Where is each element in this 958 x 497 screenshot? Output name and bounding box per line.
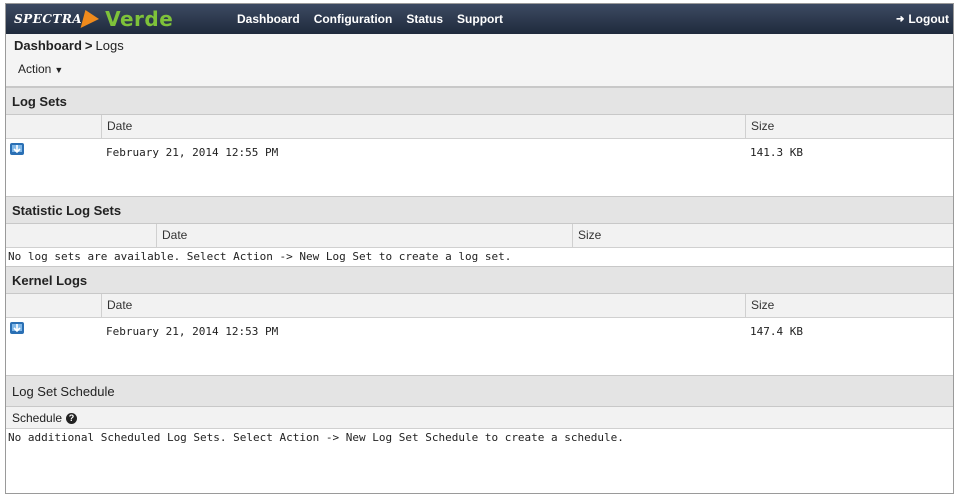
breadcrumb-current: Logs [95,38,124,53]
breadcrumb-bar: Dashboard > Logs Action ▼ [6,34,953,87]
icon-column-header [6,115,101,138]
statistic-log-sets-header: Statistic Log Sets [6,196,953,224]
date-column-header[interactable]: Date [156,224,572,247]
table-row: February 21, 2014 12:55 PM 141.3 KB [6,139,953,196]
download-icon[interactable] [9,321,25,335]
logout-button[interactable]: ➜ Logout [896,4,949,34]
app-window: SPECTRA Verde Dashboard Configuration St… [5,3,954,494]
kernel-logs-header: Kernel Logs [6,266,953,294]
kernel-logs-column-header: Date Size [6,294,953,318]
icon-column-header [6,294,101,317]
nav-configuration[interactable]: Configuration [314,12,393,26]
kernel-log-size: 147.4 KB [750,325,803,338]
chevron-down-icon: ▼ [54,65,64,75]
action-menu-button[interactable]: Action ▼ [18,62,63,76]
log-sets-column-header: Date Size [6,115,953,139]
icon-column-header [6,224,156,247]
statistic-log-sets-empty-message: No log sets are available. Select Action… [8,250,512,263]
logo-verde-text: Verde [105,7,174,31]
size-column-header[interactable]: Size [745,294,953,317]
breadcrumb: Dashboard > Logs [14,38,124,53]
nav-status[interactable]: Status [406,12,443,26]
breadcrumb-separator: > [84,38,93,53]
nav-support[interactable]: Support [457,12,503,26]
log-set-date: February 21, 2014 12:55 PM [106,146,279,159]
logo-arrow-icon [80,10,102,28]
kernel-log-date: February 21, 2014 12:53 PM [106,325,279,338]
help-icon[interactable]: ? [66,413,78,425]
size-column-header[interactable]: Size [745,115,953,138]
log-set-schedule-empty-message: No additional Scheduled Log Sets. Select… [8,431,624,444]
nav-dashboard[interactable]: Dashboard [237,12,300,26]
schedule-label: Schedule [12,411,63,425]
logout-label: Logout [908,12,949,26]
top-navigation-bar: SPECTRA Verde Dashboard Configuration St… [6,4,953,34]
date-column-header[interactable]: Date [101,294,745,317]
logout-icon: ➜ [895,13,905,25]
table-row: February 21, 2014 12:53 PM 147.4 KB [6,318,953,375]
size-column-header[interactable]: Size [572,224,953,247]
action-menu-label: Action [18,62,52,76]
download-icon[interactable] [9,142,25,156]
main-nav: Dashboard Configuration Status Support [237,4,503,34]
spectra-verde-logo: SPECTRA Verde [14,6,173,32]
statistic-log-sets-column-header: Date Size [6,224,953,248]
breadcrumb-dashboard-link[interactable]: Dashboard [14,38,82,53]
log-set-schedule-header: Log Set Schedule [6,375,953,407]
logo-spectra-text: SPECTRA [14,12,83,26]
schedule-column-header: Schedule? [6,407,953,429]
date-column-header[interactable]: Date [101,115,745,138]
log-set-size: 141.3 KB [750,146,803,159]
log-sets-header: Log Sets [6,87,953,115]
